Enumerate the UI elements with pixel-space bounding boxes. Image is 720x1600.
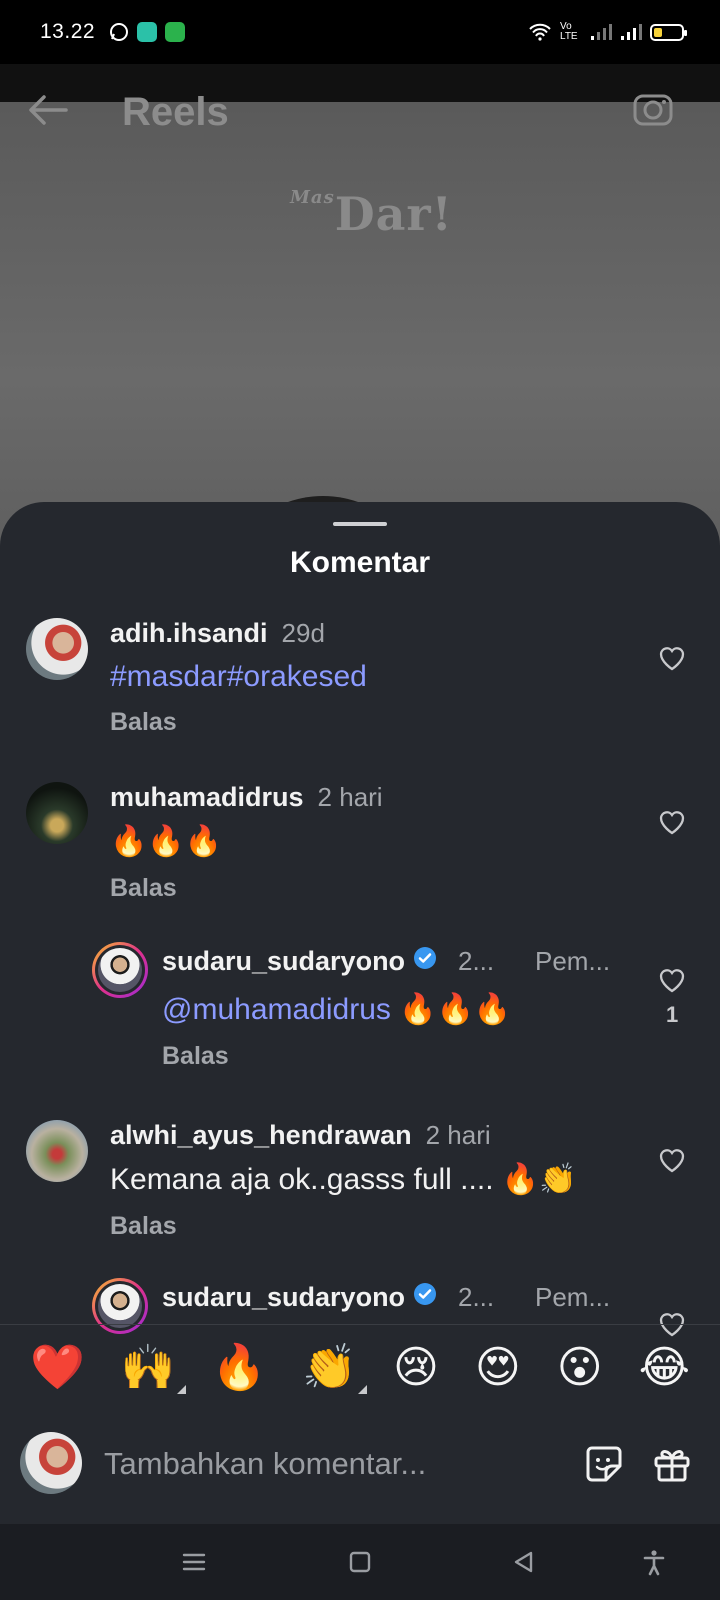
heart-icon[interactable] bbox=[656, 1144, 688, 1176]
reel-watermark-logo: MasDar! bbox=[290, 187, 453, 241]
status-indicators: Vo LTE bbox=[528, 21, 687, 42]
reel-header: Reels bbox=[0, 88, 720, 140]
comment-username[interactable]: alwhi_ayus_hendrawan bbox=[110, 1120, 412, 1151]
sheet-title: Komentar bbox=[289, 546, 431, 579]
comment-time: 2 hari bbox=[317, 782, 383, 812]
avatar[interactable] bbox=[26, 1120, 88, 1182]
camera-icon[interactable] bbox=[632, 88, 674, 130]
reply-button[interactable]: Balas bbox=[110, 874, 177, 903]
emoji-fire-button[interactable]: 🔥 bbox=[212, 1345, 267, 1390]
emoji-heart-button[interactable]: ❤️ bbox=[30, 1345, 85, 1390]
accessibility-icon[interactable] bbox=[640, 1548, 668, 1576]
sticker-icon[interactable] bbox=[584, 1444, 624, 1484]
skin-tone-indicator-icon bbox=[358, 1384, 368, 1394]
emoji-crying-button[interactable]: 😢 bbox=[393, 1345, 439, 1390]
hashtag-link[interactable]: #masdar#orakesed bbox=[110, 660, 367, 693]
comment-composer bbox=[0, 1412, 720, 1516]
reel-video[interactable]: MasDar! bbox=[0, 102, 720, 562]
emoji-surprised-button[interactable]: 😮 bbox=[557, 1345, 603, 1390]
emoji-clap-button[interactable]: 👏 bbox=[302, 1345, 368, 1394]
avatar[interactable] bbox=[92, 942, 148, 998]
emoji-quick-bar: ❤️ 🙌 🔥 👏 😢 😍 😮 😂 bbox=[0, 1324, 720, 1410]
reel-title: Reels bbox=[122, 90, 229, 134]
avatar[interactable] bbox=[26, 618, 88, 680]
emoji-heart-eyes-button[interactable]: 😍 bbox=[475, 1345, 521, 1390]
status-bar: 13.22 Vo LTE bbox=[0, 0, 720, 64]
signal-2-icon bbox=[621, 24, 642, 40]
battery-icon bbox=[650, 23, 687, 41]
verified-badge-icon bbox=[414, 1283, 437, 1305]
comment-username[interactable]: sudaru_sudaryono bbox=[162, 946, 405, 977]
comment-username[interactable]: muhamadidrus bbox=[110, 782, 304, 813]
status-time: 13.22 bbox=[40, 20, 96, 43]
comment-text: #masdar#orakesed bbox=[110, 660, 367, 694]
avatar[interactable] bbox=[26, 782, 88, 844]
comment-username[interactable]: sudaru_sudaryono bbox=[162, 1282, 405, 1313]
comment-text: 🔥🔥🔥 bbox=[110, 825, 223, 858]
comment-text: @muhamadidrus 🔥🔥🔥 bbox=[162, 993, 512, 1026]
heart-icon[interactable] bbox=[656, 964, 688, 996]
comment-time: 2... bbox=[458, 1282, 495, 1312]
reply-button[interactable]: Balas bbox=[110, 1212, 177, 1241]
back-arrow-icon[interactable] bbox=[26, 88, 70, 132]
reply-button[interactable]: Balas bbox=[162, 1042, 229, 1071]
like-count: 1 bbox=[666, 1002, 679, 1027]
home-square-icon[interactable] bbox=[346, 1548, 374, 1576]
reply-button[interactable]: Balas bbox=[110, 708, 177, 737]
status-app-icons bbox=[109, 22, 186, 42]
security-app-icon bbox=[165, 22, 186, 42]
comment-time: 29d bbox=[281, 618, 325, 648]
volte-label: Vo LTE bbox=[560, 21, 578, 42]
heart-icon[interactable] bbox=[656, 806, 688, 838]
comment-text: Kemana aja ok..gasss full .... 🔥👏 bbox=[110, 1163, 577, 1196]
heart-icon[interactable] bbox=[656, 642, 688, 674]
recents-menu-icon[interactable] bbox=[180, 1548, 208, 1576]
mention-link[interactable]: @muhamadidrus bbox=[162, 993, 391, 1026]
comment-time: 2... bbox=[458, 946, 495, 976]
messaging-app-icon bbox=[137, 22, 158, 42]
verified-badge-icon bbox=[414, 947, 437, 969]
signal-1-icon bbox=[591, 24, 612, 40]
comments-sheet: Komentar adih.ihsandi 29d #masdar#orakes… bbox=[0, 502, 720, 1600]
back-triangle-icon[interactable] bbox=[510, 1548, 538, 1576]
author-badge: Pem... bbox=[535, 1282, 611, 1312]
sheet-drag-handle[interactable] bbox=[333, 522, 387, 526]
user-avatar bbox=[20, 1432, 82, 1494]
skin-tone-indicator-icon bbox=[176, 1384, 186, 1394]
gift-icon[interactable] bbox=[652, 1444, 692, 1484]
comment-input[interactable] bbox=[104, 1440, 544, 1488]
reel-background: MasDar! Reels bbox=[0, 64, 720, 562]
system-nav-bar bbox=[0, 1524, 720, 1600]
author-badge: Pem... bbox=[535, 946, 611, 976]
comment-username[interactable]: adih.ihsandi bbox=[110, 618, 268, 649]
emoji-laughing-button[interactable]: 😂 bbox=[639, 1345, 690, 1390]
comment-time: 2 hari bbox=[425, 1120, 491, 1150]
whatsapp-icon bbox=[109, 22, 129, 42]
wifi-icon bbox=[529, 23, 551, 41]
emoji-raised-hands-button[interactable]: 🙌 bbox=[121, 1345, 186, 1394]
